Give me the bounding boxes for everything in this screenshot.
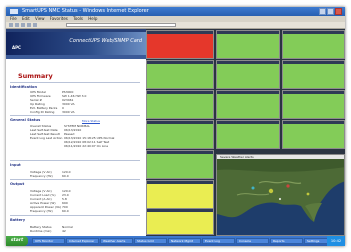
general-value: 06/11/2010 22:40:07 On Line <box>64 144 109 148</box>
toolbar <box>6 22 345 29</box>
page-banner: APC ConnectUPS Web/SNMP Card <box>6 32 146 55</box>
ups-status-page: APC ConnectUPS Web/SNMP Card Summary Ide… <box>6 29 146 236</box>
forward-icon[interactable] <box>15 23 19 27</box>
taskbar-item[interactable]: Reports <box>270 238 303 244</box>
status-tile-green[interactable] <box>146 120 214 149</box>
general-status-heading: General Status <box>10 118 41 122</box>
stop-icon[interactable] <box>21 23 25 27</box>
menu-favorites[interactable]: Favorites <box>50 16 68 21</box>
tile-header <box>283 61 344 64</box>
taskbar-item[interactable]: UPS Monitor <box>32 238 65 244</box>
status-tile-yellow[interactable] <box>146 180 214 209</box>
system-tray-clock: 10:42 <box>327 236 345 246</box>
tile-header <box>217 121 279 124</box>
status-tile-green[interactable] <box>282 60 345 89</box>
tile-header <box>283 121 344 124</box>
minimize-button[interactable] <box>319 8 326 15</box>
output-label: Frequency (Hz) <box>30 209 53 213</box>
address-field[interactable] <box>66 23 176 27</box>
banner-title: ConnectUPS Web/SNMP Card <box>69 38 142 44</box>
status-tile-green[interactable] <box>146 150 214 179</box>
battery-value: 42 <box>62 229 66 233</box>
start-button[interactable]: start <box>6 236 28 246</box>
tile-header <box>283 91 344 94</box>
status-tile-green[interactable] <box>282 120 345 149</box>
more-status-link[interactable]: More Status <box>82 119 100 123</box>
output-heading: Output <box>10 182 25 186</box>
ident-label: Config ID Rating <box>30 110 55 114</box>
page-title: Summary <box>18 72 53 80</box>
taskbar-item[interactable]: Network Mgmt <box>168 238 201 244</box>
title-bar: SmartUPS NMC Status - Windows Internet E… <box>6 7 345 16</box>
tile-header <box>217 31 279 34</box>
divider <box>10 160 140 161</box>
tile-header <box>147 181 213 184</box>
status-tile-green[interactable] <box>282 90 345 119</box>
tile-header <box>147 61 213 64</box>
tile-header <box>283 31 344 34</box>
menu-view[interactable]: View <box>35 16 45 21</box>
refresh-icon[interactable] <box>27 23 31 27</box>
status-tile-green[interactable] <box>216 120 280 149</box>
input-value: 60.0 <box>62 174 69 178</box>
us-southeast-map <box>217 159 344 235</box>
menu-file[interactable]: File <box>10 16 17 21</box>
brand-logo: APC <box>12 45 21 50</box>
status-tile-green[interactable] <box>216 60 280 89</box>
tile-header <box>147 121 213 124</box>
taskbar-item[interactable]: Console <box>236 238 269 244</box>
tile-header <box>147 209 213 212</box>
tile-header <box>147 151 213 154</box>
menu-help[interactable]: Help <box>88 16 97 21</box>
divider <box>10 179 140 180</box>
tile-header <box>217 91 279 94</box>
tile-header <box>147 31 213 34</box>
status-tile-green[interactable] <box>146 90 214 119</box>
back-icon[interactable] <box>9 23 13 27</box>
status-tile-green[interactable] <box>216 90 280 119</box>
divider <box>10 115 140 116</box>
output-value: 60.0 <box>62 209 69 213</box>
ident-value: 3000 VA <box>62 110 75 114</box>
divider <box>10 215 140 216</box>
identification-heading: Identification <box>10 85 38 89</box>
taskbar-item[interactable]: Event Log <box>202 238 235 244</box>
nav-strip <box>6 55 146 59</box>
status-tile-red[interactable] <box>146 30 214 59</box>
maximize-button[interactable] <box>327 8 334 15</box>
close-button[interactable] <box>335 8 342 15</box>
application-window: SmartUPS NMC Status - Windows Internet E… <box>6 7 345 246</box>
battery-heading: Battery <box>10 218 26 222</box>
status-tile-green[interactable] <box>146 60 214 89</box>
status-tile-yellow[interactable] <box>146 208 214 235</box>
window-title: SmartUPS NMC Status - Windows Internet E… <box>22 8 149 14</box>
battery-label: Runtime (min) <box>30 229 52 233</box>
input-label: Frequency (Hz) <box>30 174 53 178</box>
tile-header <box>147 91 213 94</box>
status-tile-green[interactable] <box>282 30 345 59</box>
taskbar: start UPS Monitor Internet Explorer Weathe… <box>6 236 345 246</box>
taskbar-item[interactable]: Internet Explorer <box>66 238 99 244</box>
weather-map-window[interactable]: Severe Weather Alerts <box>216 154 345 236</box>
status-tile-green[interactable] <box>216 30 280 59</box>
tile-header <box>217 61 279 64</box>
home-icon[interactable] <box>33 23 37 27</box>
taskbar-item[interactable]: Weather Alerts <box>100 238 133 244</box>
general-label: Event Log Last Action <box>30 136 63 140</box>
menu-tools[interactable]: Tools <box>73 16 83 21</box>
menu-edit[interactable]: Edit <box>22 16 30 21</box>
app-icon <box>10 9 18 14</box>
taskbar-item[interactable]: Status Grid <box>134 238 167 244</box>
divider <box>10 82 140 83</box>
input-heading: Input <box>10 163 21 167</box>
